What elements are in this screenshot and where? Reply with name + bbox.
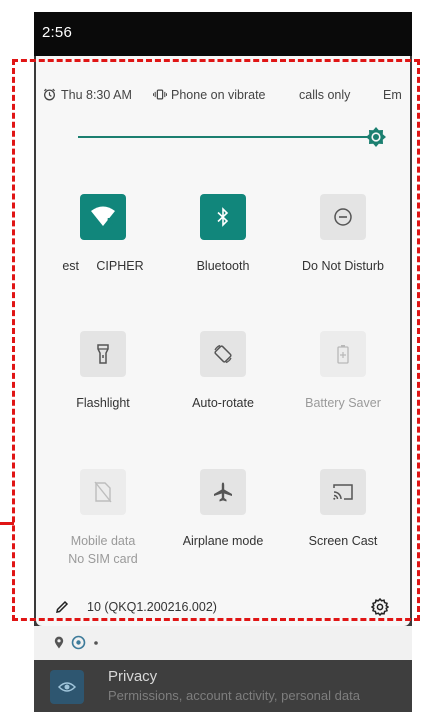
- wifi-icon: 5: [91, 206, 115, 228]
- settings-item-privacy[interactable]: Privacy Permissions, account activity, p…: [34, 660, 412, 712]
- tile-auto-rotate-button[interactable]: [200, 331, 246, 377]
- sync-icon: [71, 635, 86, 650]
- tile-battery-saver-button[interactable]: [320, 331, 366, 377]
- tile-auto-rotate-label: Auto-rotate: [192, 396, 254, 410]
- more-indicator-icon: [94, 641, 98, 645]
- emergency-status: Em: [383, 88, 402, 102]
- tile-wifi-button[interactable]: 5: [80, 194, 126, 240]
- tile-dnd-button[interactable]: [320, 194, 366, 240]
- brightness-icon[interactable]: [365, 126, 387, 148]
- flashlight-icon: [97, 344, 109, 364]
- tile-dnd-label: Do Not Disturb: [302, 259, 384, 273]
- tile-airplane-button[interactable]: [200, 469, 246, 515]
- tile-screen-cast-button[interactable]: [320, 469, 366, 515]
- auto-rotate-icon: [214, 344, 232, 364]
- tile-wifi-label: est CIPHER: [62, 259, 144, 273]
- tile-flashlight-button[interactable]: [80, 331, 126, 377]
- cast-icon: [333, 484, 353, 500]
- device-screen: 2:56 Thu 8:30 AM Phone on vibrate calls …: [34, 12, 412, 712]
- tile-flashlight-label: Flashlight: [76, 396, 130, 410]
- alarm-icon: [43, 88, 56, 101]
- brightness-track[interactable]: [78, 136, 374, 138]
- privacy-subtitle: Permissions, account activity, personal …: [108, 688, 360, 703]
- wifi-badge: 5: [107, 217, 113, 228]
- status-time: 2:56: [42, 24, 72, 41]
- qs-header: Thu 8:30 AM Phone on vibrate calls only …: [36, 86, 410, 106]
- tile-screen-cast-label: Screen Cast: [308, 534, 378, 548]
- notification-icons-row: [34, 626, 412, 660]
- location-icon: [54, 636, 64, 649]
- privacy-title: Privacy: [108, 668, 158, 685]
- tile-mobile-data-title: Mobile data: [70, 534, 136, 548]
- ringer-status: Phone on vibrate: [171, 88, 266, 102]
- airplane-icon: [214, 482, 232, 502]
- battery-saver-icon: [337, 345, 349, 364]
- tile-mobile-data-label: Mobile data No SIM card: [38, 532, 168, 568]
- status-bar: 2:56: [34, 12, 412, 56]
- dnd-status: calls only: [299, 88, 351, 102]
- tile-battery-saver-label: Battery Saver: [305, 396, 381, 410]
- vibrate-icon: [153, 89, 167, 100]
- build-number[interactable]: 10 (QKQ1.200216.002): [87, 600, 217, 614]
- brightness-slider[interactable]: [78, 126, 388, 148]
- tile-airplane-label: Airplane mode: [182, 534, 264, 548]
- tile-bluetooth-button[interactable]: [200, 194, 246, 240]
- highlight-connector: [0, 522, 14, 525]
- quick-settings-panel: Thu 8:30 AM Phone on vibrate calls only …: [36, 56, 410, 626]
- qs-footer: 10 (QKQ1.200216.002): [36, 596, 410, 622]
- no-sim-icon: [94, 481, 112, 503]
- alarm-time[interactable]: Thu 8:30 AM: [61, 88, 132, 102]
- edit-icon[interactable]: [55, 600, 69, 614]
- tile-mobile-data-button[interactable]: [80, 469, 126, 515]
- bluetooth-icon: [217, 207, 229, 227]
- tile-mobile-data-sublabel: No SIM card: [68, 552, 138, 566]
- do-not-disturb-icon: [334, 208, 352, 226]
- tile-bluetooth-label: Bluetooth: [196, 259, 250, 273]
- privacy-icon: [50, 670, 84, 704]
- settings-gear-icon[interactable]: [371, 598, 389, 616]
